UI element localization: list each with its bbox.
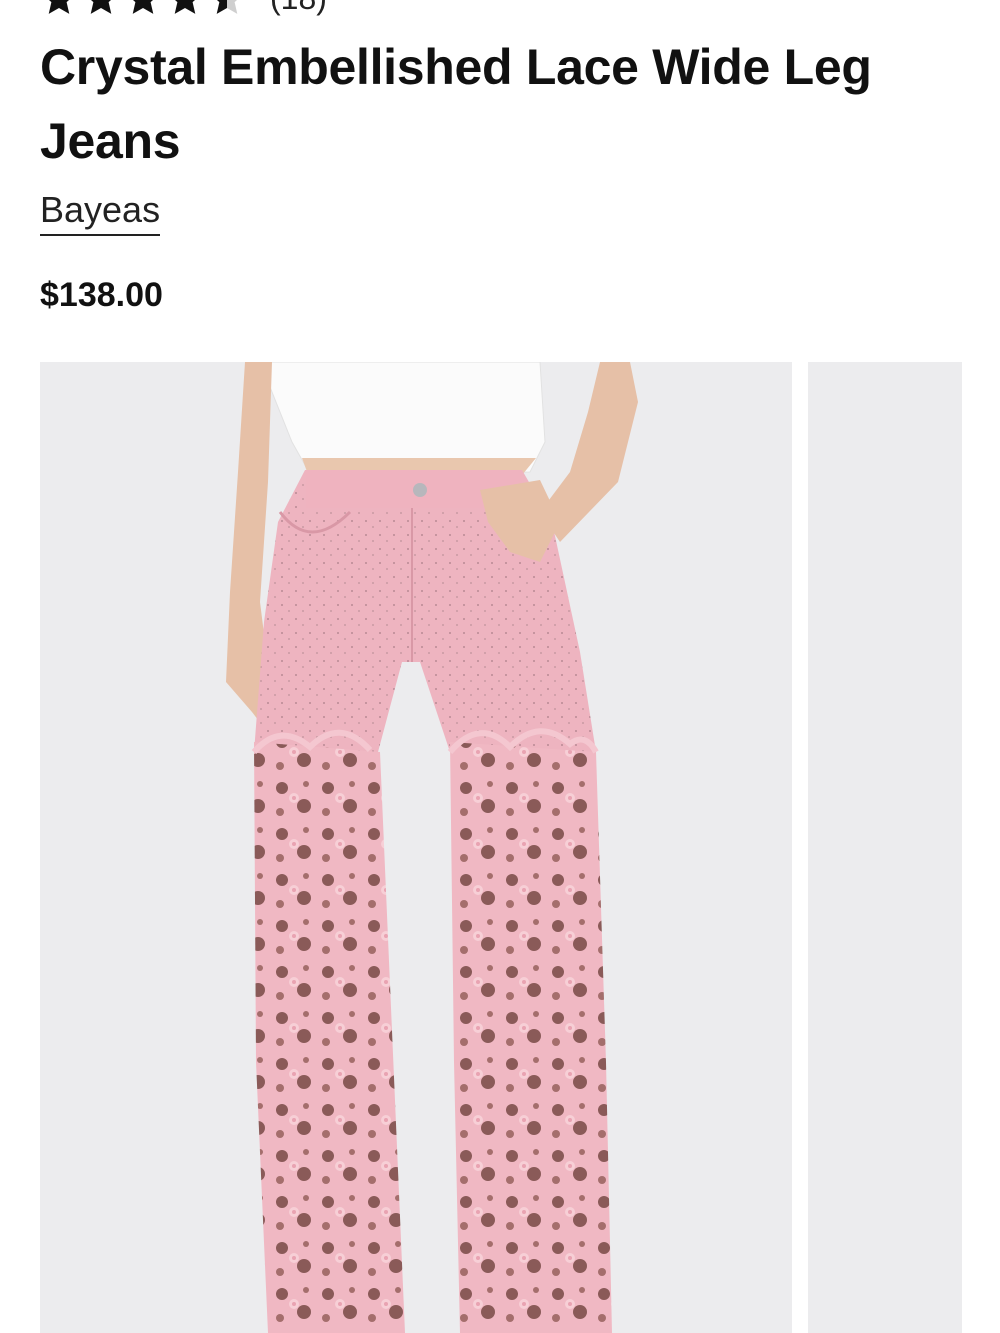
star-icon xyxy=(48,0,70,14)
product-image-next[interactable] xyxy=(808,362,962,1333)
image-carousel[interactable] xyxy=(40,362,1000,1333)
rating-row[interactable]: (18) xyxy=(40,0,327,18)
next-photo-placeholder xyxy=(808,362,962,1333)
star-icon xyxy=(174,0,196,14)
star-icon xyxy=(90,0,112,14)
product-price: $138.00 xyxy=(40,276,163,314)
brand-link[interactable]: Bayeas xyxy=(40,188,161,236)
star-icon xyxy=(132,0,154,14)
pants-photo-illustration xyxy=(40,362,792,1333)
review-count[interactable]: (18) xyxy=(270,0,327,17)
half-star-icon xyxy=(216,0,238,14)
product-image-main[interactable] xyxy=(40,362,792,1333)
product-detail-page: (18) Crystal Embellished Lace Wide Leg J… xyxy=(0,0,1000,1333)
product-title: Crystal Embellished Lace Wide Leg Jeans xyxy=(40,39,872,169)
